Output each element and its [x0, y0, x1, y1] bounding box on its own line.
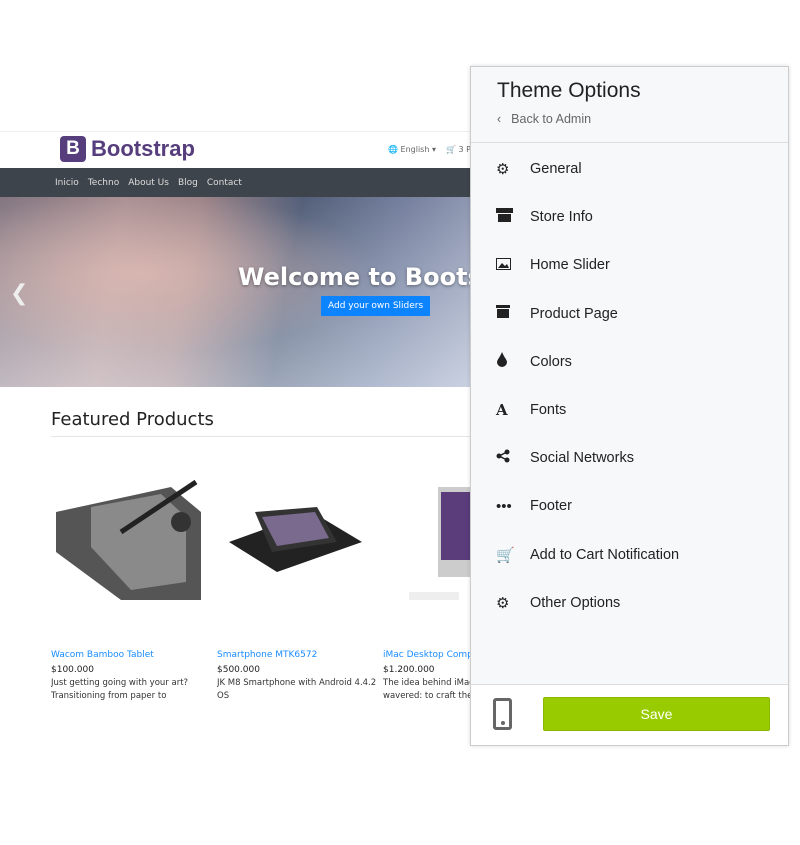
product-image[interactable] — [383, 472, 472, 612]
font-icon: A — [496, 401, 508, 420]
nav-inicio[interactable]: Inicio — [55, 178, 79, 188]
logo[interactable]: B Bootstrap — [60, 136, 195, 162]
store-preview: BBootstrap 🌐 English ▾ 🛒 3 Pro Inicio Te… — [0, 131, 472, 703]
add-sliders-button[interactable]: Add your own Sliders — [321, 296, 431, 316]
cart-link[interactable]: 🛒 3 Pro — [446, 145, 472, 154]
back-to-admin-link[interactable]: ‹ Back to Admin — [497, 112, 788, 126]
panel-title: Theme Options — [497, 79, 641, 102]
panel-footer: Save — [471, 684, 788, 745]
menu-item-footer[interactable]: ••• Footer — [471, 482, 788, 530]
menu-item-general[interactable]: ⚙ General — [471, 145, 788, 193]
chevron-left-icon[interactable]: ❮ — [10, 281, 28, 306]
menu-item-colors[interactable]: Colors — [471, 338, 788, 386]
nav-contact[interactable]: Contact — [207, 178, 242, 188]
nav-about-us[interactable]: About Us — [128, 178, 169, 188]
image-icon — [496, 257, 530, 274]
menu-item-other-options[interactable]: ⚙ Other Options — [471, 579, 788, 627]
archive-icon — [496, 305, 530, 322]
menu-item-store-info[interactable]: Store Info — [471, 193, 788, 241]
menu-item-add-to-cart-notification[interactable]: 🛒 Add to Cart Notification — [471, 531, 788, 579]
menu-item-product-page[interactable]: Product Page — [471, 290, 788, 338]
menu-item-fonts[interactable]: A Fonts — [471, 386, 788, 434]
cart-icon: 🛒 — [496, 546, 515, 564]
theme-options-panel: Theme Options ‹ Back to Admin ⚙ General St… — [470, 66, 789, 746]
store-icon — [496, 208, 530, 226]
hero-title: Welcome to Bootst — [238, 263, 472, 291]
product-card: Wacom Bamboo Tablet $100.000 Just gettin… — [51, 472, 211, 703]
product-image[interactable] — [51, 472, 211, 612]
main-nav: Inicio Techno About Us Blog Contact — [0, 168, 472, 197]
gear-icon: ⚙ — [496, 161, 510, 179]
chevron-left-icon: ‹ — [497, 112, 502, 126]
options-menu: ⚙ General Store Info Home Slider Product … — [471, 143, 788, 627]
nav-blog[interactable]: Blog — [178, 178, 198, 188]
save-button[interactable]: Save — [543, 697, 770, 731]
droplet-icon — [496, 352, 530, 371]
home-slider: ❮ Welcome to Bootst Add your own Sliders — [0, 197, 472, 387]
product-card: iMac Desktop Compu $1.200.000 The idea b… — [383, 472, 472, 703]
mobile-preview-icon[interactable] — [493, 698, 512, 730]
divider — [51, 436, 471, 437]
product-image[interactable] — [217, 472, 377, 612]
language-selector[interactable]: 🌐 English ▾ — [388, 145, 436, 154]
menu-item-home-slider[interactable]: Home Slider — [471, 241, 788, 289]
nav-techno[interactable]: Techno — [88, 178, 119, 188]
featured-title: Featured Products — [51, 409, 214, 430]
gears-icon: ⚙ — [496, 594, 510, 612]
share-icon — [496, 449, 530, 467]
ellipsis-icon: ••• — [496, 497, 512, 515]
menu-item-social-networks[interactable]: Social Networks — [471, 434, 788, 482]
product-card: Smartphone MTK6572 $500.000 JK M8 Smartp… — [217, 472, 377, 703]
store-header: BBootstrap 🌐 English ▾ 🛒 3 Pro — [0, 132, 472, 168]
